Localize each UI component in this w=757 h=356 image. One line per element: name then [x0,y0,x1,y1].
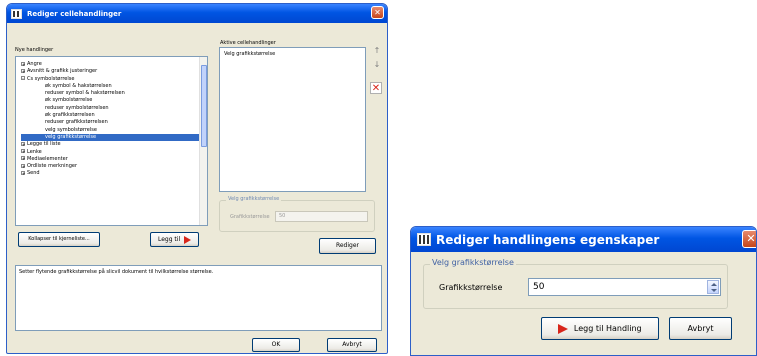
dialog-titlebar[interactable]: Rediger handlingens egenskaper ✕ [411,227,756,252]
tree-item-label: reduser grafikkstørrelsen [45,119,108,126]
tree-child-item[interactable]: reduser grafikkstørrelsen [21,119,199,126]
tree-item-label: Legge til liste [27,141,61,148]
new-actions-label: Nye handlinger [15,47,54,53]
edit-cell-actions-dialog: Rediger cellehandlinger ✕ Nye handlinger… [6,3,388,354]
cancel-button[interactable]: Avbryt [327,338,377,352]
tree-category-item[interactable]: + Angre [21,61,199,68]
edit-action-properties-dialog: Rediger handlingens egenskaper ✕ Velg gr… [410,226,757,356]
tree-category-item[interactable]: + Lenke [21,149,199,156]
add-action-button[interactable]: Legg til [150,232,199,247]
tree-child-item[interactable]: øk grafikkstørrelsen [21,112,199,119]
cancel-button[interactable]: Avbryt [669,317,732,340]
tree-item-label: Avsnitt & grafikk justeringer [27,68,98,75]
tree-item-label: reduser symbolstørrelsen [45,104,109,111]
cancel-button-label: Avbryt [687,324,714,333]
right-arrow-icon [184,235,192,244]
graphic-size-label: Grafikkstørrelse [230,214,270,220]
grid-icon [11,8,22,19]
graphic-size-spinner[interactable] [707,280,719,294]
tree-item-label: Mediaelementer [27,155,68,162]
scrollbar-thumb[interactable] [201,65,207,147]
close-button[interactable]: ✕ [371,6,384,19]
spin-down-icon[interactable] [711,289,717,292]
active-actions-label: Aktive cellehandlinger [220,40,276,46]
collapse-icon[interactable]: - [21,76,25,81]
collapse-button-label: Kollapser til kjerneliste... [28,236,90,242]
expand-icon[interactable]: + [21,156,25,161]
tree-scrollbar[interactable] [199,57,207,225]
expand-icon[interactable]: + [21,61,25,66]
edit-button[interactable]: Rediger [319,238,376,254]
close-button[interactable]: ✕ [742,230,756,248]
expand-icon[interactable]: + [21,170,25,175]
grid-icon [417,233,431,246]
group-legend: Velg grafikkstørrelse [226,196,282,202]
tree-child-item[interactable]: øk symbolstørrelse [21,97,199,104]
tree-child-item[interactable]: reduser symbol & hakstørrelsen [21,90,199,97]
expand-icon[interactable]: + [21,141,25,146]
tree-item-label: øk symbol & hakstørrelsen [45,82,112,89]
graphic-size-label: Grafikkstørrelse [439,283,503,292]
move-up-button[interactable]: ↑ [372,46,382,57]
graphic-size-input[interactable]: 50 [528,278,721,296]
tree-item-label: velg grafikkstørrelse [45,133,97,140]
description-box: Setter flytende grafikkstørrelse på slic… [15,265,382,331]
tree-category-item[interactable]: + Legge til liste [21,141,199,148]
tree-item-label: Lenke [27,148,42,155]
add-action-button[interactable]: Legg til Handling [541,317,659,340]
add-button-label: Legg til [157,236,181,243]
tree-category-item[interactable]: + Mediaelementer [21,156,199,163]
tree-child-item[interactable]: øk symbol & hakstørrelsen [21,83,199,90]
edit-button-label: Rediger [335,242,360,249]
tree-list: + Angre + Avsnitt & grafikk justeringer - Cs … [21,61,199,178]
graphic-size-value: 50 [279,213,286,219]
tree-category-item[interactable]: + Avsnitt & grafikk justeringer [21,68,199,75]
ok-button[interactable]: OK [252,338,300,352]
expand-icon[interactable]: + [21,68,25,73]
add-button-label: Legg til Handling [573,324,642,333]
graphic-size-input: 50 [275,211,368,222]
tree-item-label: reduser symbol & hakstørrelsen [45,90,125,97]
active-actions-list[interactable]: Velg grafikkstørrelse [219,47,366,192]
delete-icon: ✕ [371,83,381,94]
right-arrow-icon [558,323,569,334]
tree-item-label: øk symbolstørrelse [45,97,93,104]
tree-item-label: øk grafikkstørrelsen [45,112,95,119]
tree-item-label: Cs symbolstørrelse [27,75,75,82]
tree-child-item[interactable]: velg symbolstørrelse [21,127,199,134]
tree-child-item[interactable]: reduser symbolstørrelsen [21,105,199,112]
tree-item-label: Ordliste merkninger [27,163,78,170]
collapse-to-core-list-button[interactable]: Kollapser til kjerneliste... [18,232,100,247]
dialog-title: Rediger handlingens egenskaper [436,232,660,247]
group-legend: Velg grafikkstørrelse [430,258,516,267]
tree-item-label: Angre [27,61,42,67]
down-arrow-icon: ↓ [373,60,381,69]
dialog-titlebar[interactable]: Rediger cellehandlinger ✕ [7,4,387,23]
active-item[interactable]: Velg grafikkstørrelse [224,51,275,57]
tree-item-label: velg symbolstørrelse [45,126,97,133]
spin-up-icon[interactable] [711,283,717,286]
delete-action-button[interactable]: ✕ [370,82,382,94]
tree-item-label: Send [27,170,40,177]
tree-category-item[interactable]: + Send [21,170,199,177]
description-text: Setter flytende grafikkstørrelse på slic… [19,269,214,275]
graphic-size-value: 50 [533,282,545,292]
cancel-button-label: Avbryt [342,341,362,348]
move-down-button[interactable]: ↓ [372,60,382,71]
tree-category-item[interactable]: + Ordliste merkninger [21,163,199,170]
ok-button-label: OK [271,341,281,348]
graphic-size-group: Velg grafikkstørrelse Grafikkstørrelse 5… [219,196,375,232]
new-actions-tree[interactable]: + Angre + Avsnitt & grafikk justeringer - Cs … [15,56,208,226]
graphic-size-group: Velg grafikkstørrelse Grafikkstørrelse 5… [423,258,728,309]
up-arrow-icon: ↑ [373,46,381,55]
expand-icon[interactable]: + [21,149,25,154]
expand-icon[interactable]: + [21,163,25,168]
dialog-title: Rediger cellehandlinger [27,9,122,18]
tree-category-item[interactable]: - Cs symbolstørrelse [21,76,199,83]
tree-child-item[interactable]: velg grafikkstørrelse [21,133,199,142]
